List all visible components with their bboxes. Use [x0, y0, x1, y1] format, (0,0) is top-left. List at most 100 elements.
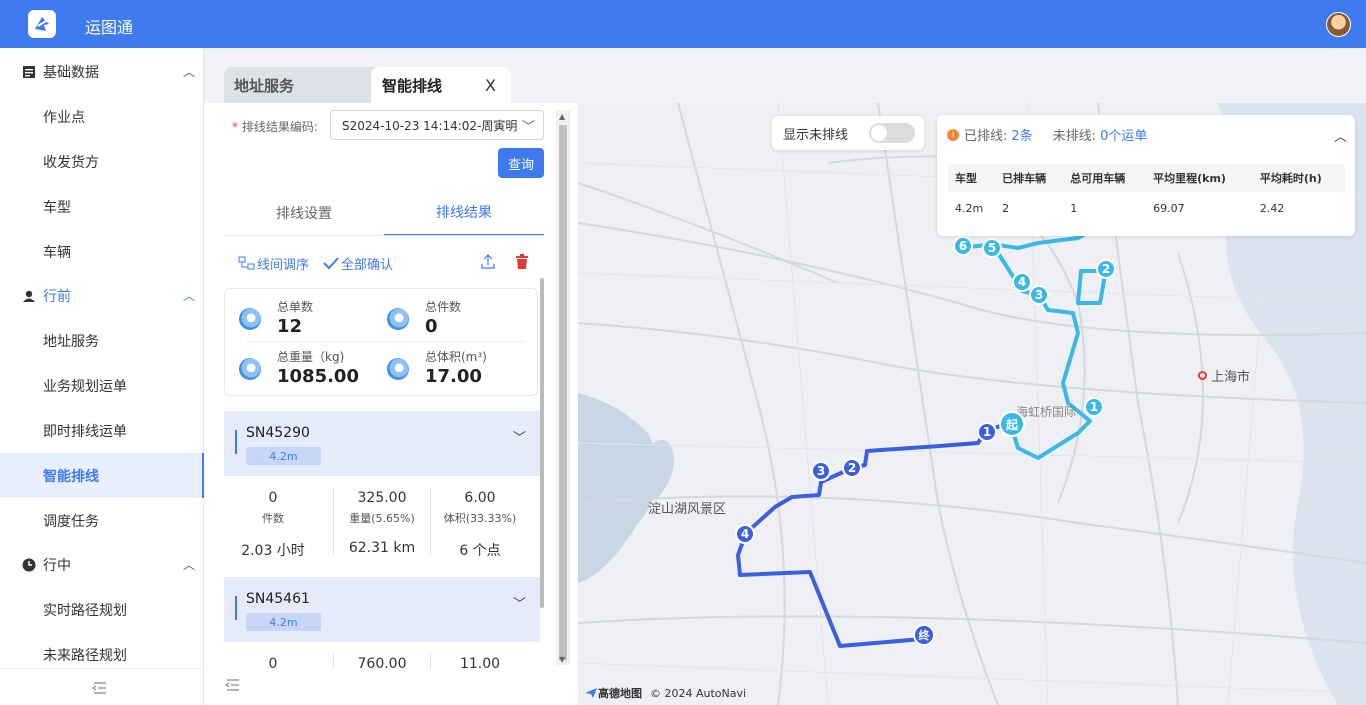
- lake-label: 淀山湖风景区: [648, 502, 727, 517]
- app-logo-icon[interactable]: [28, 10, 56, 38]
- chevron-up-icon: ︿: [183, 65, 196, 79]
- truck-person-icon: [23, 290, 35, 302]
- summary-table: 车型 已排车辆 总可用车辆 平均里程(km) 平均耗时(h) 4.2m 2 1 …: [948, 164, 1345, 224]
- table-header: 平均耗时(h): [1252, 164, 1345, 192]
- tab-routing-results[interactable]: 排线结果: [384, 190, 544, 236]
- route-card-body: 0 件数 2.03 小时 325.00 重量(5.65%) 62.31 km 6.00 体…: [224, 476, 540, 564]
- route-marker[interactable]: 3: [811, 461, 831, 481]
- route-id: SN45461: [246, 591, 310, 607]
- tab-bar: 地址服务 智能排线 X: [204, 48, 1366, 103]
- sidebar: 基础数据 ︿ 作业点 收发货方 车型 车辆 行前 ︿ 地址服务 业务规划运单 即…: [0, 48, 204, 705]
- sidebar-collapse-icon[interactable]: [91, 681, 108, 699]
- sidebar-item-smart-routing[interactable]: 智能排线: [0, 453, 204, 498]
- sidebar-group-in-trip[interactable]: 行中 ︿: [0, 542, 204, 587]
- tab-label: 智能排线: [382, 76, 443, 95]
- sidebar-group-pre-trip[interactable]: 行前 ︿: [0, 273, 204, 318]
- panel-scrollbar[interactable]: ▲ ▼: [556, 110, 570, 665]
- stat-total-pieces: 总件数 0: [373, 289, 523, 339]
- top-bar: 运图通: [0, 0, 1366, 48]
- sidebar-item-future-path[interactable]: 未来路径规划: [0, 632, 204, 677]
- table-header: 车型: [948, 164, 996, 192]
- app-title: 运图通: [85, 18, 134, 37]
- sidebar-item-business-waybill[interactable]: 业务规划运单: [0, 363, 204, 408]
- route-marker[interactable]: 4: [735, 524, 755, 544]
- select-value: S2024-10-23 14:14:02-周寅明: [342, 118, 518, 133]
- volume-icon: [387, 358, 409, 380]
- confirm-all-button[interactable]: 全部确认: [323, 254, 393, 273]
- airport-label: 海虹桥国际: [1016, 405, 1077, 419]
- show-unrouted-toggle-box: 显示未排线: [772, 116, 924, 150]
- route-card-header[interactable]: SN45290 4.2m ﹀: [224, 411, 540, 476]
- sidebar-group-label: 行中: [43, 557, 71, 574]
- chevron-up-icon[interactable]: ︿: [1334, 126, 1347, 145]
- route-marker-start[interactable]: 起: [999, 411, 1025, 437]
- route-marker[interactable]: 1: [977, 422, 997, 442]
- query-button[interactable]: 查询: [498, 148, 544, 178]
- chevron-down-icon[interactable]: ﹀: [513, 427, 526, 446]
- info-icon: i: [947, 128, 959, 141]
- route-marker-end[interactable]: 终: [913, 624, 935, 646]
- sidebar-item-consignors[interactable]: 收发货方: [0, 139, 204, 184]
- close-icon[interactable]: X: [485, 76, 496, 95]
- table-row: 4.2m 2 1 69.07 2.42: [955, 201, 1285, 215]
- sidebar-item-vehicle-type[interactable]: 车型: [0, 184, 204, 229]
- tab-smart-routing[interactable]: 智能排线 X: [371, 67, 511, 103]
- panel-collapse-icon[interactable]: [224, 678, 241, 696]
- route-weight: 325.00 重量(5.65%) 62.31 km: [348, 490, 416, 556]
- route-marker[interactable]: 2: [842, 458, 862, 478]
- result-code-select[interactable]: S2024-10-23 14:14:02-周寅明 ﹀: [330, 110, 544, 140]
- city-label: 上海市: [1198, 366, 1250, 385]
- stats-card: 总单数 12 总件数 0 总重量（kg) 1085.00 总体积(m³) 17.…: [224, 288, 538, 396]
- show-unrouted-switch[interactable]: [869, 123, 915, 143]
- tab-label: 地址服务: [234, 76, 295, 95]
- result-code-label: * 排线结果编码:: [232, 120, 318, 134]
- route-marker[interactable]: 4: [1012, 272, 1032, 292]
- route-marker[interactable]: 3: [1029, 285, 1049, 305]
- route-map[interactable]: 上海市 淀山湖风景区 海虹桥国际 起 1 2 3 4 终 1 2 3 4 5 6…: [578, 103, 1366, 705]
- tab-address-service[interactable]: 地址服务: [224, 67, 383, 103]
- tab-routing-settings[interactable]: 排线设置: [224, 190, 384, 236]
- chevron-up-icon: ︿: [183, 558, 196, 572]
- vehicle-type-badge: 4.2m: [246, 447, 321, 465]
- check-icon: [323, 257, 339, 270]
- sidebar-group-label: 基础数据: [43, 64, 99, 81]
- sidebar-item-work-points[interactable]: 作业点: [0, 94, 204, 139]
- route-volume: 6.00 体积(33.33%) 6 个点: [443, 490, 517, 559]
- route-pieces: 0 件数 2.03 小时: [241, 490, 305, 559]
- toggle-label: 显示未排线: [783, 128, 849, 143]
- map-attribution: 高德地图 © 2024 AutoNavi: [584, 685, 746, 701]
- table-header: 总可用车辆: [1063, 164, 1147, 192]
- table-header: 平均里程(km): [1146, 164, 1253, 192]
- chevron-down-icon: ﹀: [521, 120, 535, 135]
- route-marker[interactable]: 5: [982, 238, 1002, 258]
- list-doc-icon: [23, 65, 35, 78]
- reorder-button[interactable]: 线间调序: [238, 254, 309, 273]
- sidebar-item-realtime-path[interactable]: 实时路径规划: [0, 587, 204, 632]
- delete-icon[interactable]: [515, 254, 529, 270]
- pieces-icon: [387, 308, 409, 330]
- sidebar-group-basic-data[interactable]: 基础数据 ︿: [0, 49, 204, 94]
- sidebar-item-dispatch-tasks[interactable]: 调度任务: [0, 498, 204, 543]
- inner-scrollbar[interactable]: [540, 278, 544, 608]
- route-marker[interactable]: 6: [953, 236, 973, 256]
- sidebar-item-address-service[interactable]: 地址服务: [0, 318, 204, 363]
- upload-icon[interactable]: [481, 254, 495, 270]
- chevron-down-icon[interactable]: ﹀: [513, 593, 526, 612]
- result-actions: 线间调序 全部确认: [238, 253, 407, 273]
- chevron-up-icon: ︿: [183, 289, 196, 303]
- summary-header: i 已排线: 2条 未排线: 0个运单: [947, 125, 1167, 144]
- routing-summary-panel: i 已排线: 2条 未排线: 0个运单 ︿ 车型 已排车辆 总可用车辆 平均里程(k…: [937, 115, 1355, 236]
- routing-panel: * 排线结果编码: S2024-10-23 14:14:02-周寅明 ﹀ 查询 …: [204, 103, 578, 705]
- route-card-header[interactable]: SN45461 4.2m ﹀: [224, 577, 540, 642]
- sidebar-item-vehicles[interactable]: 车辆: [0, 229, 204, 274]
- reorder-icon: [238, 256, 255, 269]
- route-marker[interactable]: 1: [1084, 397, 1104, 417]
- weight-icon: [239, 358, 261, 380]
- clock-icon: [22, 558, 36, 571]
- sidebar-item-instant-waybill[interactable]: 即时排线运单: [0, 408, 204, 453]
- user-avatar[interactable]: [1326, 12, 1351, 37]
- route-marker[interactable]: 2: [1096, 259, 1116, 279]
- orders-icon: [239, 308, 261, 330]
- sidebar-group-label: 行前: [43, 288, 71, 305]
- vehicle-type-badge: 4.2m: [246, 613, 321, 631]
